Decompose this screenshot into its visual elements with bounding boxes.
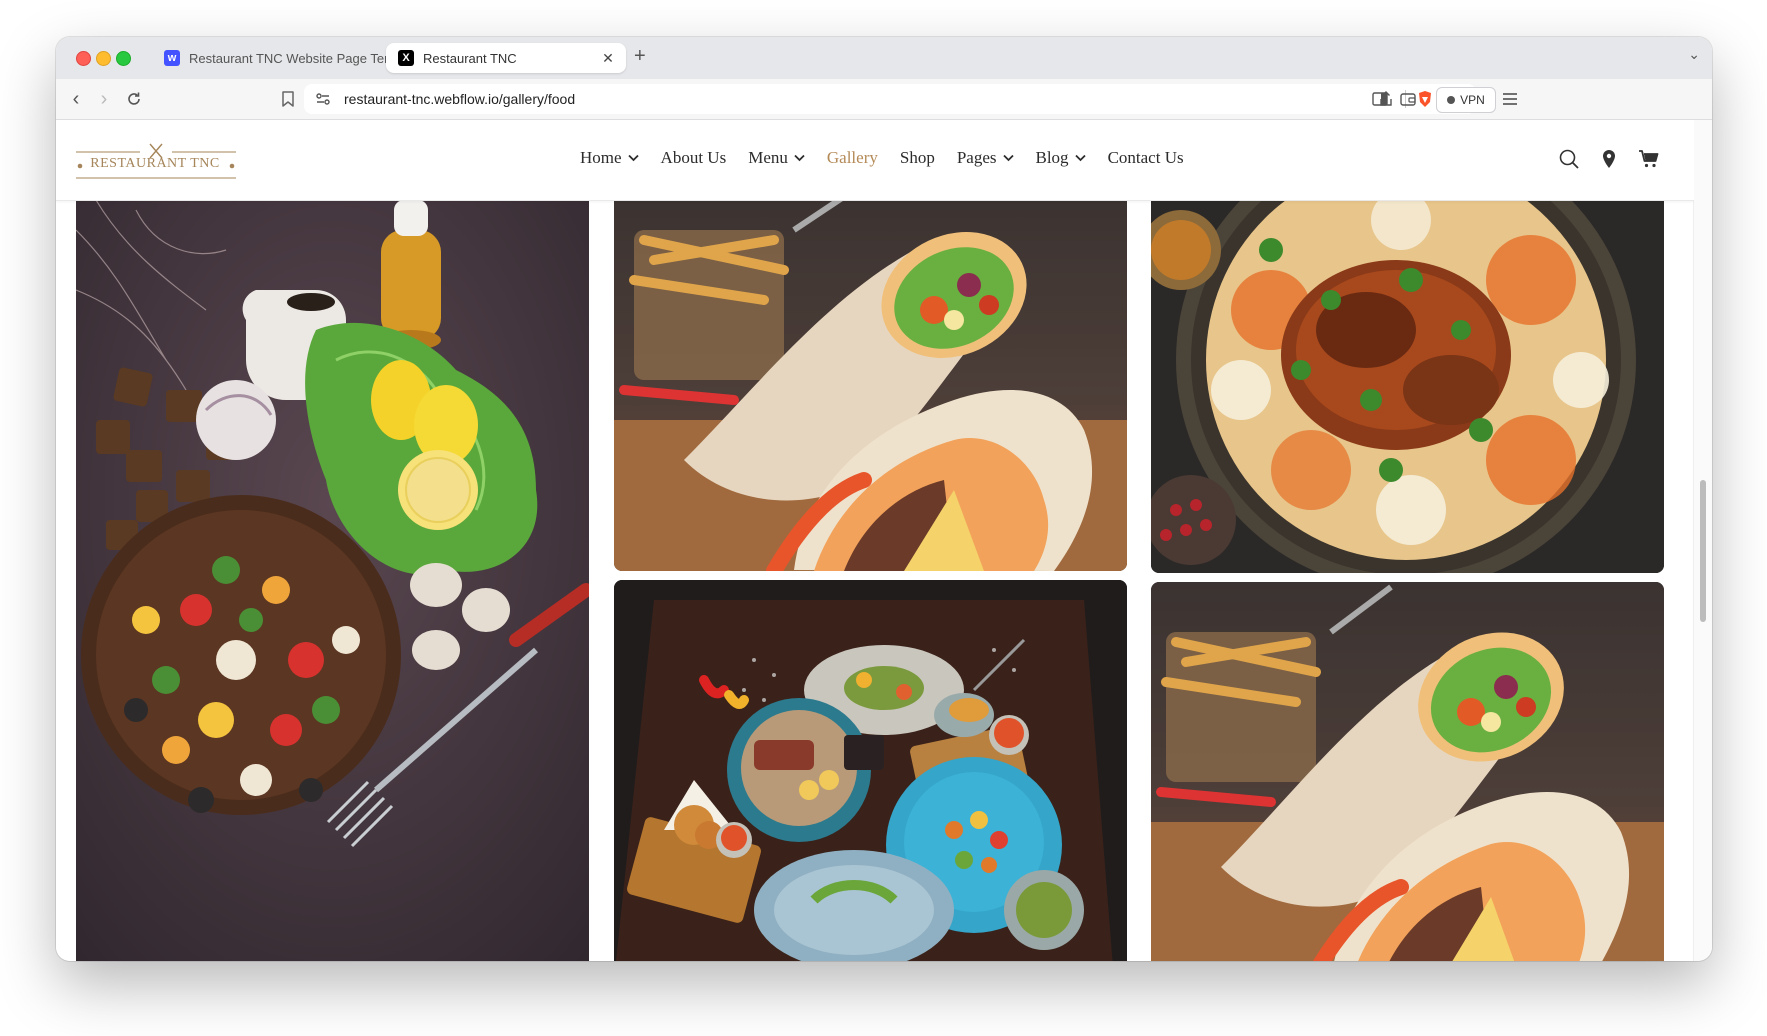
nav-item-about-us[interactable]: About Us (661, 148, 727, 168)
forward-button[interactable]: › (92, 87, 116, 111)
hamburger-icon (1503, 93, 1517, 105)
page-scrollbar[interactable] (1693, 120, 1712, 961)
chicken-biryani-image (1151, 190, 1664, 573)
shawarma-wrap-image (614, 190, 1127, 571)
site-logo[interactable]: RESTAURANT TNC (76, 140, 236, 184)
browser-menu-button[interactable] (1498, 87, 1522, 111)
main-navigation: Home About Us Menu Gallery Shop Pages Bl… (580, 148, 1206, 168)
browser-window: w Restaurant TNC Website Page Template X… (56, 37, 1712, 961)
vpn-button[interactable]: VPN (1436, 87, 1496, 113)
nav-label: Pages (956, 148, 997, 167)
nav-item-menu[interactable]: Menu (748, 148, 805, 168)
webflow-icon: w (164, 50, 180, 66)
close-window-button[interactable] (76, 51, 91, 66)
vpn-status-dot (1447, 96, 1456, 104)
site-header: RESTAURANT TNC Home About Us Menu Galler… (56, 120, 1694, 201)
nav-item-pages[interactable]: Pages (957, 148, 1014, 168)
close-tab-icon[interactable]: ✕ (598, 50, 618, 67)
new-tab-button[interactable]: + (634, 45, 646, 68)
nav-label: About Us (660, 148, 727, 167)
gallery-photo-chicken-biryani[interactable] (1151, 190, 1664, 573)
pasta-salad-image (76, 190, 589, 961)
gallery-photo-pasta-salad[interactable] (76, 190, 589, 961)
chevron-down-icon (794, 154, 805, 162)
nav-label: Gallery (826, 148, 878, 167)
chevron-down-icon (1074, 154, 1086, 162)
site-settings-icon[interactable] (314, 90, 332, 108)
nav-item-home[interactable]: Home (580, 148, 639, 168)
location-pin-icon[interactable] (1598, 148, 1620, 170)
restaurant-platter-image (614, 580, 1127, 961)
nav-item-blog[interactable]: Blog (1036, 148, 1086, 168)
web-page: RESTAURANT TNC Home About Us Menu Galler… (56, 120, 1694, 961)
nav-item-contact-us[interactable]: Contact Us (1108, 148, 1184, 168)
browser-toolbar: ‹ › restaurant-tnc.webflow.io/gallery/fo… (56, 79, 1712, 120)
fullscreen-window-button[interactable] (116, 51, 131, 66)
vpn-label: VPN (1460, 93, 1485, 107)
header-actions (1540, 148, 1660, 170)
tab-bar: w Restaurant TNC Website Page Template X… (56, 37, 1712, 79)
shawarma-wrap-image (1151, 582, 1664, 961)
wallet-icon (1400, 93, 1416, 106)
tab-restaurant-tnc[interactable]: X Restaurant TNC ✕ (386, 43, 626, 73)
address-bar[interactable]: restaurant-tnc.webflow.io/gallery/food (304, 84, 1476, 114)
nav-label: Blog (1035, 148, 1069, 167)
x-icon: X (398, 50, 414, 66)
nav-label: Shop (899, 148, 935, 167)
sidebar-icon (1372, 92, 1388, 106)
gallery-photo-shawarma-wrap[interactable] (614, 190, 1127, 571)
gallery-photo-shawarma-wrap[interactable] (1151, 582, 1664, 961)
logo-text: RESTAURANT TNC (90, 156, 220, 171)
url-text[interactable]: restaurant-tnc.webflow.io/gallery/food (344, 91, 1377, 107)
tab-list-chevron-icon[interactable]: ⌄ (1688, 46, 1700, 63)
nav-label: Menu (748, 148, 788, 167)
tab-title: Restaurant TNC (423, 50, 517, 66)
cart-icon[interactable] (1638, 148, 1660, 170)
back-button[interactable]: ‹ (64, 87, 88, 111)
nav-label: Contact Us (1107, 148, 1184, 167)
sidebar-toggle-button[interactable] (1368, 87, 1392, 111)
chevron-down-icon (627, 154, 639, 162)
wallet-button[interactable] (1396, 87, 1420, 111)
scrollbar-thumb[interactable] (1700, 480, 1706, 622)
bookmark-icon[interactable] (278, 89, 298, 109)
food-gallery (56, 190, 1694, 961)
nav-item-shop[interactable]: Shop (900, 148, 935, 168)
chevron-down-icon (1002, 154, 1014, 162)
nav-item-gallery[interactable]: Gallery (827, 148, 878, 168)
gallery-photo-restaurant-platter[interactable] (614, 580, 1127, 961)
nav-label: Home (580, 148, 622, 167)
reload-icon (128, 92, 140, 105)
search-icon[interactable] (1558, 148, 1580, 170)
reload-button[interactable] (122, 87, 146, 111)
minimize-window-button[interactable] (96, 51, 111, 66)
